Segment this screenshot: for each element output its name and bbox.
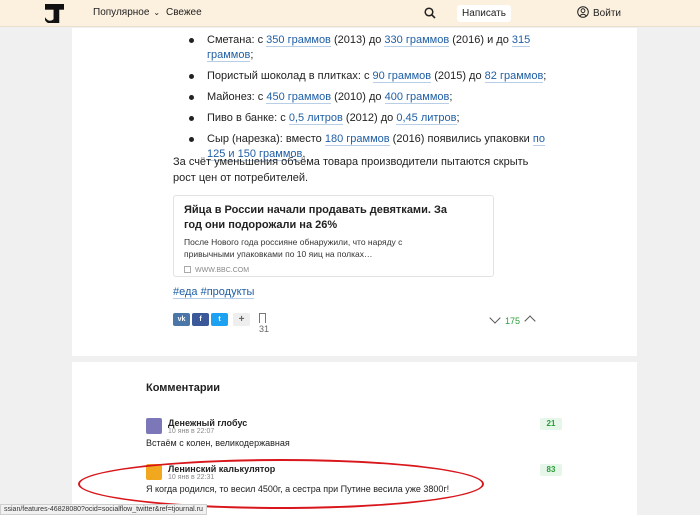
link[interactable]: 0,5 литров: [288, 112, 343, 125]
comment-date[interactable]: 10 янв в 22:07: [168, 428, 214, 435]
user-icon: [577, 6, 589, 18]
article-card: Сметана: с 350 граммов (2013) до 330 гра…: [72, 28, 637, 356]
share-twitter-button[interactable]: t: [211, 313, 228, 326]
top-bar: Популярное ⌄ Свежее Написать Войти: [0, 0, 700, 27]
link[interactable]: 180 граммов: [324, 133, 390, 146]
bookmark-button[interactable]: 31: [259, 313, 269, 334]
nav-popular[interactable]: Популярное ⌄: [93, 7, 160, 18]
article-paragraph: За счёт уменьшения объёма товара произво…: [173, 156, 529, 184]
embed-title: Яйца в России начали продавать девятками…: [184, 204, 447, 231]
vote-widget: 175: [489, 312, 536, 327]
list-item: Пиво в банке: с 0,5 литров (2012) до 0,4…: [186, 111, 566, 126]
embed-source-label: WWW.BBC.COM: [195, 267, 250, 274]
comment-text: Встаём с колен, великодержавная: [146, 438, 290, 448]
link[interactable]: 450 граммов: [266, 91, 332, 104]
status-bar-url: ssian/features-46828080?ocid=socialflow_…: [0, 504, 207, 515]
link[interactable]: 330 граммов: [384, 34, 450, 47]
external-link-icon: [184, 266, 191, 273]
link[interactable]: 82 граммов: [484, 70, 544, 83]
search-icon[interactable]: [424, 7, 436, 19]
chevron-down-icon: ⌄: [153, 8, 161, 17]
red-highlight-ellipse: [78, 459, 484, 509]
tj-logo-icon[interactable]: [45, 4, 64, 23]
avatar[interactable]: [146, 418, 162, 434]
login-button[interactable]: Войти: [577, 6, 621, 19]
tags[interactable]: #еда #продукты: [173, 286, 255, 299]
vote-up-icon[interactable]: [524, 315, 536, 327]
comments-title: Комментарии: [146, 382, 221, 394]
price-list: Сметана: с 350 граммов (2013) до 330 гра…: [186, 33, 566, 168]
comment-score: 21: [540, 418, 562, 430]
comment-author[interactable]: Денежный глобус: [168, 418, 247, 428]
link[interactable]: 350 граммов: [266, 34, 331, 47]
embed-source: WWW.BBC.COM: [184, 266, 483, 274]
share-vk-button[interactable]: vk: [173, 313, 190, 326]
list-item: Майонез: с 450 граммов (2010) до 400 гра…: [186, 90, 566, 105]
embed-description: После Нового года россияне обнаружили, ч…: [184, 237, 403, 259]
list-item: Пористый шоколад в плитках: с 90 граммов…: [186, 69, 566, 84]
login-label: Войти: [593, 8, 621, 19]
link[interactable]: 400 граммов: [384, 91, 450, 104]
nav-popular-label: Популярное: [93, 7, 150, 18]
nav-fresh[interactable]: Свежее: [166, 7, 202, 18]
link[interactable]: 0,45 литров: [396, 112, 457, 125]
share-more-button[interactable]: +: [233, 313, 250, 326]
link-embed-card[interactable]: Яйца в России начали продавать девятками…: [173, 195, 494, 277]
list-item: Сметана: с 350 граммов (2013) до 330 гра…: [186, 33, 566, 63]
share-facebook-button[interactable]: f: [192, 313, 209, 326]
bookmark-count: 31: [259, 324, 270, 334]
comment-score: 83: [540, 464, 562, 476]
vote-down-icon[interactable]: [489, 312, 501, 324]
rating-value: 175: [505, 316, 521, 326]
bookmark-icon: [259, 313, 266, 323]
link[interactable]: 90 граммов: [372, 70, 432, 83]
tag-links[interactable]: #еда #продукты: [173, 286, 255, 299]
write-button[interactable]: Написать: [457, 5, 511, 22]
